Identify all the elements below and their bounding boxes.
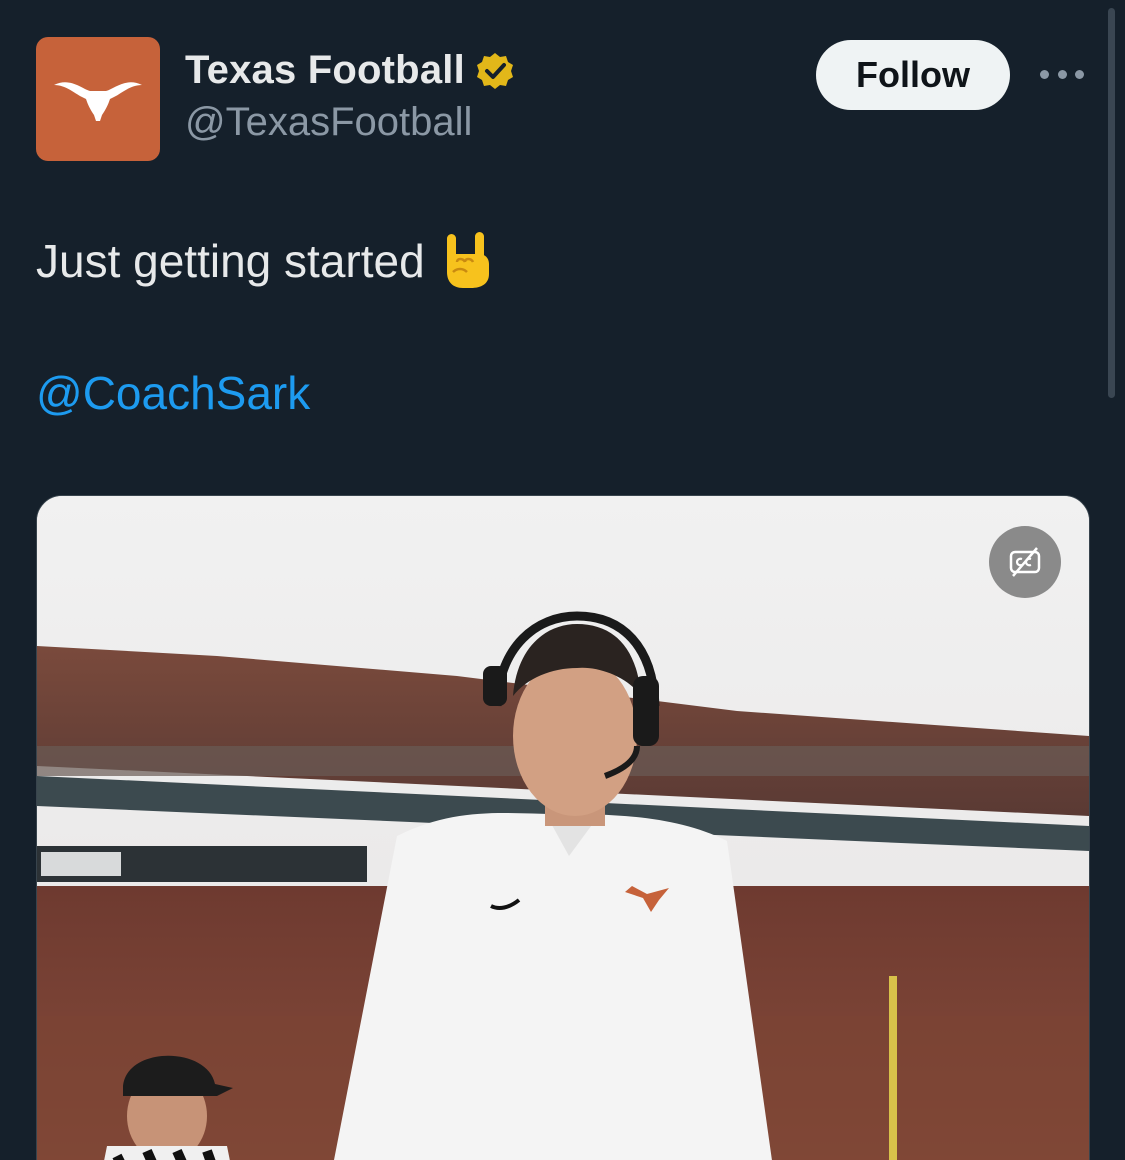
tweet-text: Just getting started [36, 235, 425, 287]
video-frame [37, 496, 1089, 1160]
longhorn-logo-icon [54, 82, 142, 121]
name-row: Texas Football [185, 48, 515, 93]
more-options-icon[interactable] [1040, 66, 1084, 82]
avatar[interactable] [36, 37, 160, 161]
handle[interactable]: @TexasFootball [185, 100, 472, 145]
tweet-page: Texas Football @TexasFootball Follow Jus… [0, 0, 1125, 1160]
tweet-text-row: Just getting started [36, 232, 491, 290]
video-player[interactable] [36, 495, 1090, 1160]
sign-of-the-horns-emoji-icon [443, 232, 491, 290]
mention-link[interactable]: @CoachSark [36, 366, 310, 420]
captions-button[interactable] [989, 526, 1061, 598]
scrollbar[interactable] [1108, 8, 1115, 398]
follow-button[interactable]: Follow [816, 40, 1010, 110]
display-name[interactable]: Texas Football [185, 48, 465, 93]
verified-badge-icon [475, 51, 515, 91]
captions-off-icon [1009, 547, 1041, 577]
